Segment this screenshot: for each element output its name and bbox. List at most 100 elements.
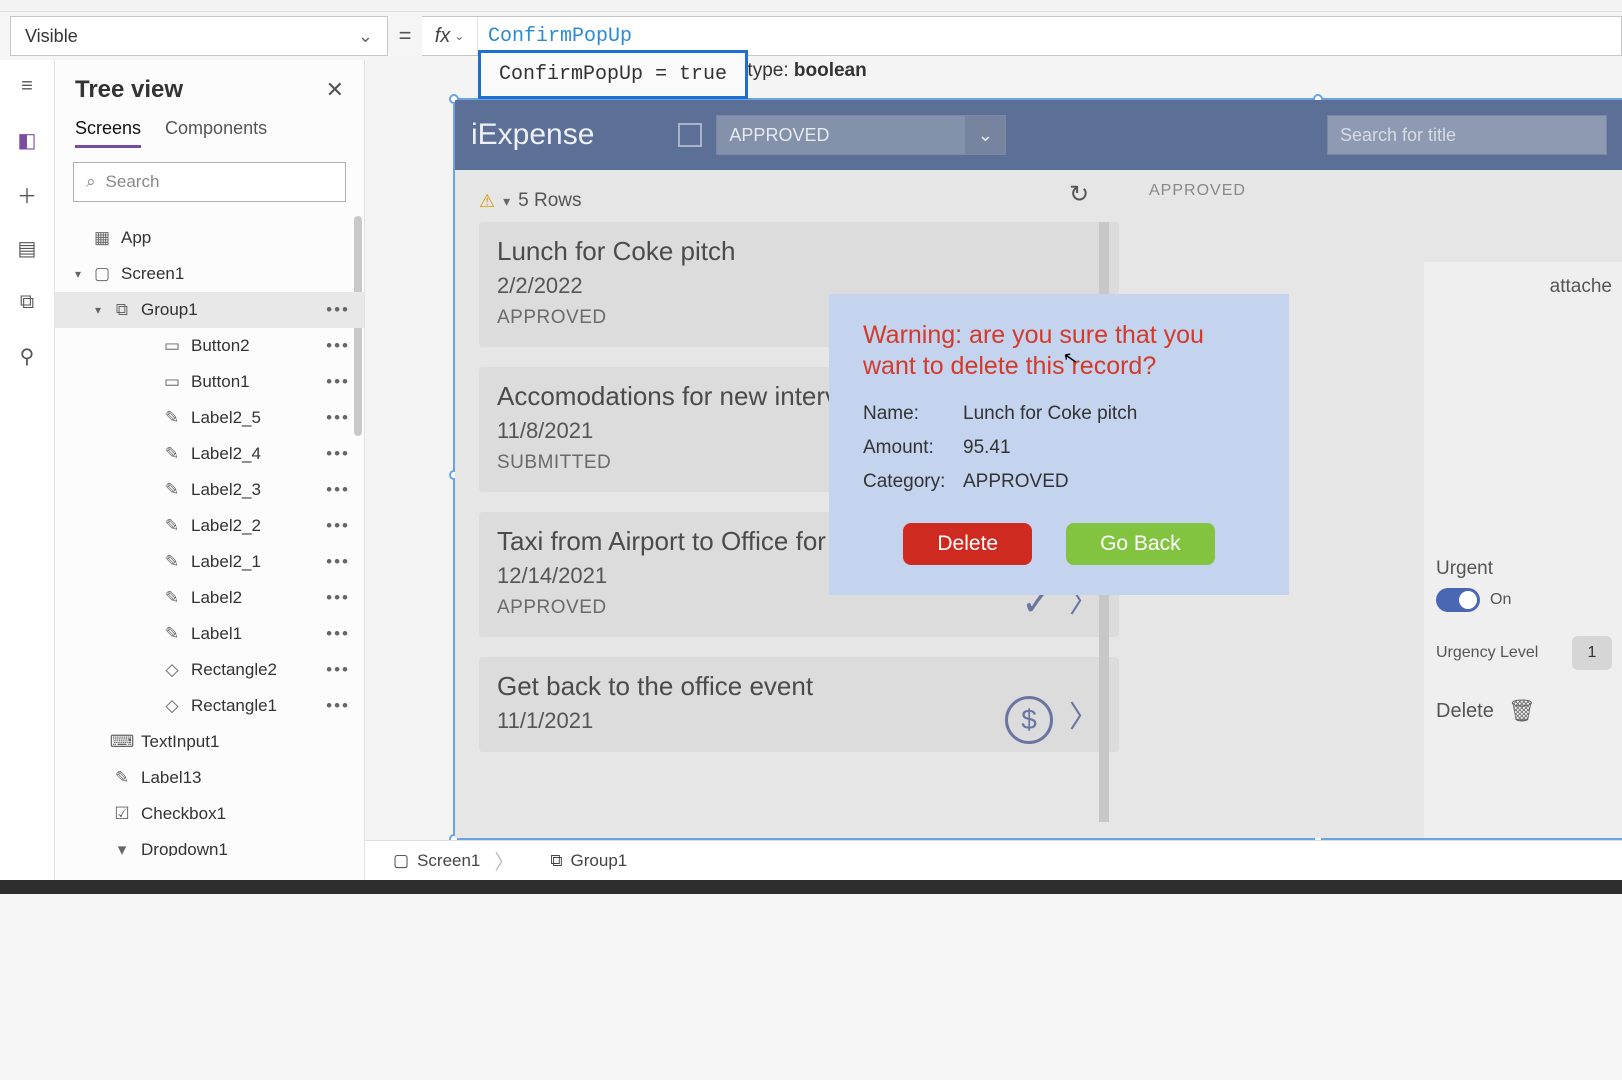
textinput-icon: ⌨: [111, 732, 133, 752]
tab-components[interactable]: Components: [165, 118, 267, 148]
insert-icon[interactable]: ＋: [15, 182, 39, 206]
more-icon[interactable]: •••: [326, 696, 350, 716]
dropdown-icon: ▾: [111, 840, 133, 856]
tree-item-label: Screen1: [121, 264, 184, 284]
search-input[interactable]: Search for title: [1327, 115, 1607, 155]
more-icon[interactable]: •••: [326, 408, 350, 428]
delete-button[interactable]: Delete: [903, 523, 1032, 565]
property-dropdown[interactable]: Visible ⌄: [10, 16, 388, 56]
tree-search-input[interactable]: ⌕ Search: [73, 162, 346, 202]
label-icon: ✎: [161, 516, 183, 536]
label-icon: ✎: [111, 768, 133, 788]
data-icon[interactable]: ▤: [15, 236, 39, 260]
detail-pane: attache Urgent On Urgency Level 1 Delete…: [1424, 262, 1622, 838]
expense-card[interactable]: Get back to the office event11/1/2021$〉: [479, 657, 1119, 752]
tree-item-label2_1[interactable]: ✎Label2_1•••: [55, 544, 364, 580]
more-icon[interactable]: •••: [326, 552, 350, 572]
status-dropdown[interactable]: APPROVED ⌄: [716, 115, 1006, 155]
tree-item-group1[interactable]: ▾⧉Group1•••: [55, 292, 364, 328]
fx-icon[interactable]: fx⌄: [422, 17, 478, 55]
chevron-icon: ▾: [95, 303, 111, 317]
tree-view-icon[interactable]: ◧: [15, 128, 39, 152]
tree-item-label: Label2_2: [191, 516, 261, 536]
tree-item-label2[interactable]: ✎Label2•••: [55, 580, 364, 616]
tree-item-label2_2[interactable]: ✎ Label2_2 •••: [55, 508, 364, 544]
tree-item-label: Dropdown1: [141, 840, 228, 856]
toggle-text: On: [1490, 591, 1511, 609]
tree-item-label2_3[interactable]: ✎Label2_3•••: [55, 472, 364, 508]
more-icon[interactable]: •••: [326, 516, 350, 536]
tree-item-label: Checkbox1: [141, 804, 226, 824]
dollar-icon[interactable]: $: [1005, 696, 1053, 744]
tree-item-rectangle2[interactable]: ◇ Rectangle2 •••: [55, 652, 364, 688]
label-icon: ✎: [161, 624, 183, 644]
checkbox-icon: ☑: [111, 804, 133, 824]
tree-item-label2_4[interactable]: ✎Label2_4•••: [55, 436, 364, 472]
delete-label: Delete: [1436, 700, 1494, 723]
tree-item-rectangle1[interactable]: ◇Rectangle1•••: [55, 688, 364, 724]
button-icon: ▭: [161, 336, 183, 356]
tree-item-label13[interactable]: ✎ Label13: [55, 760, 364, 796]
more-icon[interactable]: •••: [326, 300, 350, 320]
tree-item-dropdown1[interactable]: ▾ Dropdown1: [55, 832, 364, 856]
tree-item-checkbox1[interactable]: ☑ Checkbox1: [55, 796, 364, 832]
formula-text[interactable]: ConfirmPopUp: [478, 25, 632, 48]
tree-item-button2[interactable]: ▭Button2•••: [55, 328, 364, 364]
more-icon[interactable]: •••: [326, 336, 350, 356]
tree-item-button1[interactable]: ▭Button1•••: [55, 364, 364, 400]
tree-view-panel: Tree view ✕ Screens Components ⌕ Search …: [55, 60, 365, 880]
more-icon[interactable]: •••: [326, 480, 350, 500]
trash-icon[interactable]: 🗑: [1508, 698, 1536, 724]
card-title: Lunch for Coke pitch: [497, 236, 1101, 267]
breadcrumb-screen[interactable]: ▢ Screen1 〉: [379, 841, 528, 880]
more-icon[interactable]: •••: [326, 624, 350, 644]
tree-item-label: Label1: [191, 624, 242, 644]
detail-status: APPROVED: [1149, 182, 1246, 200]
tree-item-label: Rectangle2: [191, 660, 277, 680]
hamburger-icon[interactable]: ≡: [15, 74, 39, 98]
go-back-button[interactable]: Go Back: [1066, 523, 1215, 565]
equals-sign: =: [388, 23, 422, 49]
refresh-icon[interactable]: ↻: [1069, 180, 1089, 209]
urgency-level-value[interactable]: 1: [1572, 636, 1612, 670]
popup-category-value: APPROVED: [963, 471, 1069, 493]
screen-icon: ▢: [393, 851, 409, 871]
tree-item-label: App: [121, 228, 151, 248]
app-title: iExpense: [471, 118, 594, 152]
close-icon[interactable]: ✕: [326, 77, 344, 103]
rows-count: 5 Rows: [518, 190, 581, 212]
card-status: APPROVED: [497, 597, 1101, 619]
rect-icon: ◇: [161, 660, 183, 680]
tree-item-app[interactable]: ▦ App: [55, 220, 364, 256]
tree-item-label1[interactable]: ✎ Label1 •••: [55, 616, 364, 652]
tree-item-label: Group1: [141, 300, 198, 320]
chevron-down-icon[interactable]: ▾: [503, 193, 510, 210]
chevron-right-icon[interactable]: 〉: [1069, 692, 1099, 736]
more-icon[interactable]: •••: [326, 372, 350, 392]
design-canvas[interactable]: iExpense APPROVED ⌄ Search for title ⚠ ▾…: [365, 60, 1622, 880]
media-icon[interactable]: ⧉: [15, 290, 39, 314]
tree-item-label: Label2_3: [191, 480, 261, 500]
label-icon: ✎: [161, 408, 183, 428]
tab-screens[interactable]: Screens: [75, 118, 141, 148]
tree-item-textinput1[interactable]: ⌨TextInput1: [55, 724, 364, 760]
urgent-toggle[interactable]: [1436, 588, 1480, 612]
breadcrumb-group[interactable]: ⧉ Group1: [536, 841, 641, 880]
tree-item-label: Button1: [191, 372, 250, 392]
header-checkbox[interactable]: [678, 123, 702, 147]
tools-icon[interactable]: ⚲: [15, 344, 39, 368]
tree-list[interactable]: ▦App▾▢Screen1▾⧉Group1•••▭Button2•••▭Butt…: [55, 216, 364, 856]
tree-item-label2_5[interactable]: ✎ Label2_5 •••: [55, 400, 364, 436]
tree-item-label: Label2_5: [191, 408, 261, 428]
tree-item-label: Rectangle1: [191, 696, 277, 716]
more-icon[interactable]: •••: [326, 660, 350, 680]
more-icon[interactable]: •••: [326, 444, 350, 464]
group-icon: ⧉: [550, 851, 562, 871]
app-icon: ▦: [91, 228, 113, 248]
popup-name-label: Name:: [863, 403, 963, 425]
canvas-breadcrumb: ▢ Screen1 〉 ⧉ Group1: [365, 840, 1622, 880]
more-icon[interactable]: •••: [326, 588, 350, 608]
tree-item-label: Label2_4: [191, 444, 261, 464]
tree-item-label: Label13: [141, 768, 202, 788]
tree-item-screen1[interactable]: ▾▢Screen1: [55, 256, 364, 292]
